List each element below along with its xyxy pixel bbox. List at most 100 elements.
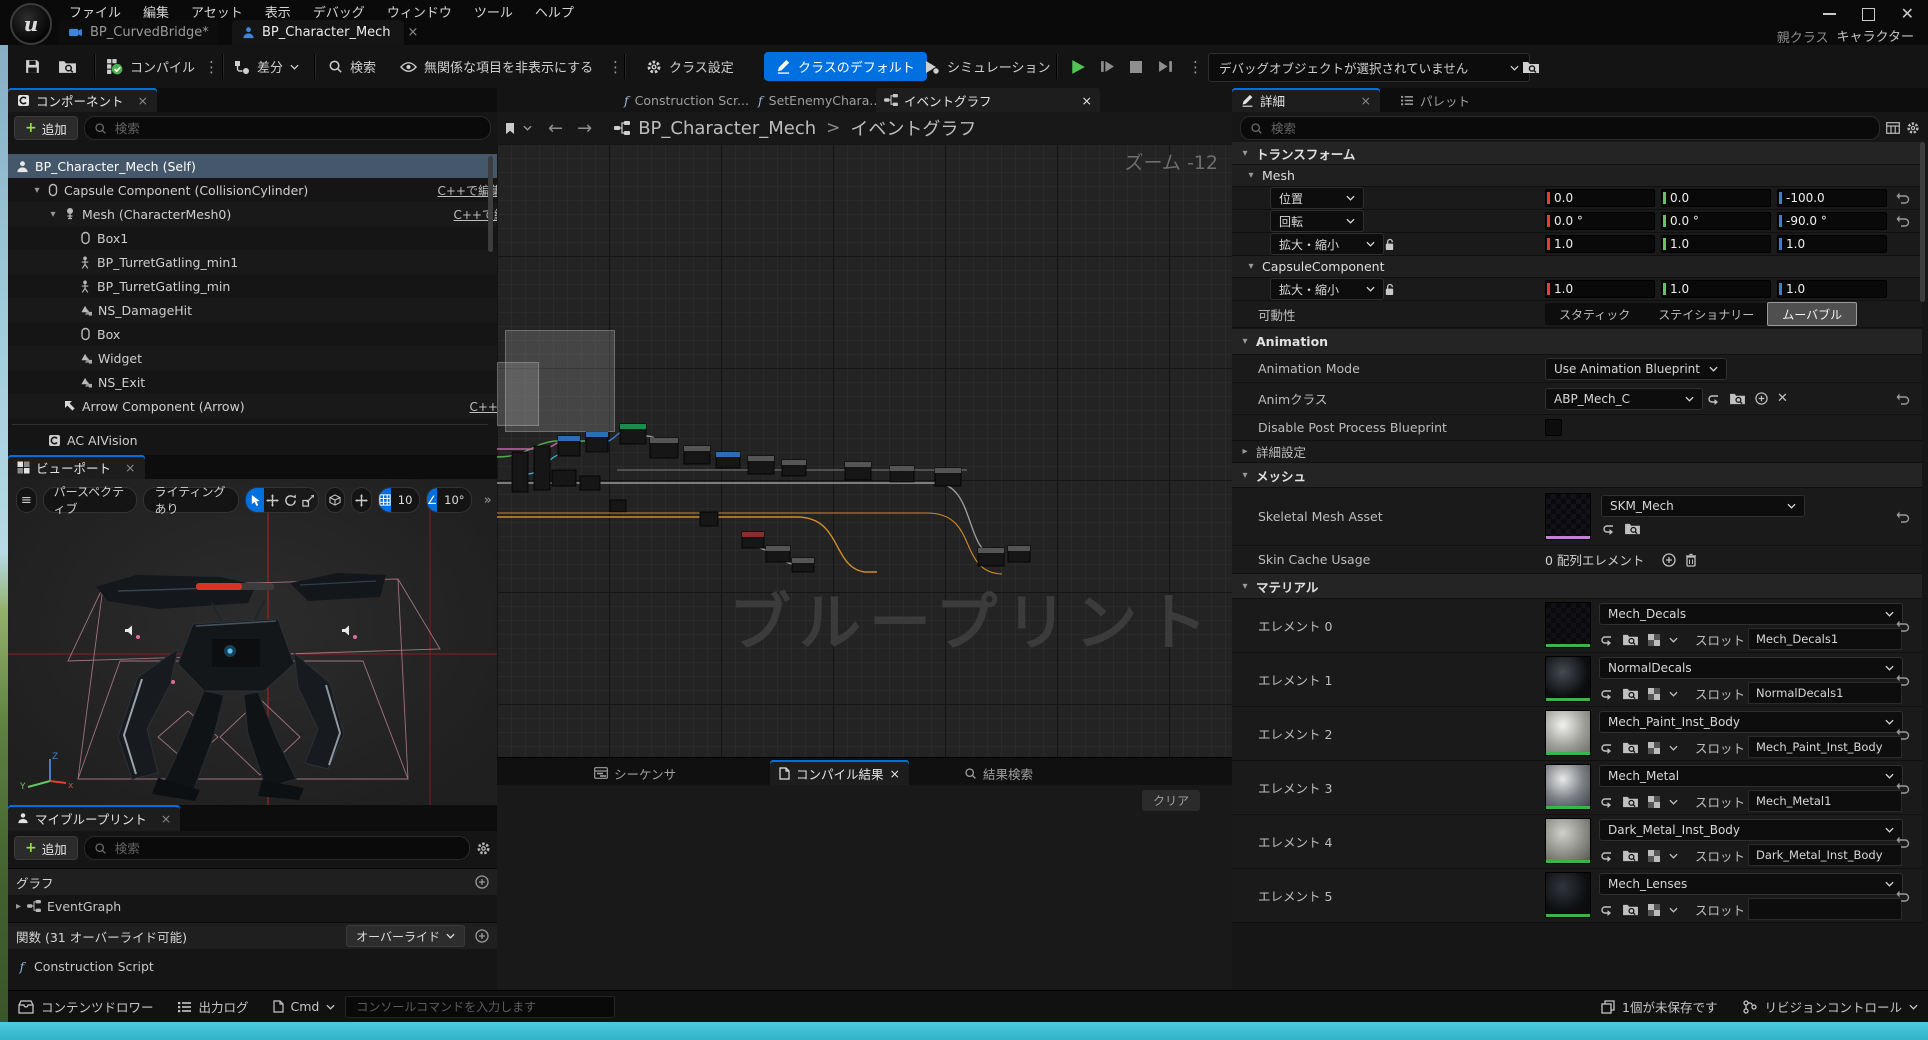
- debug-browse-button[interactable]: [1522, 53, 1540, 80]
- tab-palette[interactable]: パレット: [1392, 88, 1479, 112]
- texture-options-icon[interactable]: [1648, 904, 1660, 916]
- plus-circle-icon[interactable]: [1662, 553, 1676, 567]
- materials-section-header[interactable]: ▾マテリアル: [1232, 574, 1922, 599]
- tab-find-results[interactable]: 結果検索: [955, 760, 1042, 786]
- expand-caret-icon[interactable]: ▾: [48, 209, 58, 220]
- rotation-snap-toggle[interactable]: ∠ 10°: [426, 487, 473, 513]
- tree-row-arrow[interactable]: Arrow Component (Arrow) C++で編集: [8, 394, 544, 418]
- location-y-field[interactable]: 0.0: [1661, 189, 1771, 207]
- chevron-down-icon[interactable]: [1669, 691, 1678, 697]
- unreal-logo-icon[interactable]: u: [10, 3, 52, 45]
- save-button[interactable]: [24, 53, 41, 80]
- add-graph-icon[interactable]: [475, 875, 489, 889]
- material-slot-field[interactable]: NormalDecals1: [1748, 682, 1902, 704]
- play-button[interactable]: [1070, 53, 1086, 80]
- rotation-dropdown[interactable]: 回転: [1270, 210, 1364, 232]
- class-defaults-button[interactable]: クラスのデフォルト: [764, 52, 927, 81]
- material-slot-field[interactable]: Dark_Metal_Inst_Body: [1748, 844, 1902, 866]
- menu-help[interactable]: ヘルプ: [524, 0, 585, 22]
- collapse-caret-icon[interactable]: ▸: [16, 901, 21, 912]
- breadcrumb-root[interactable]: BP_Character_Mech: [638, 118, 816, 139]
- use-selected-icon[interactable]: [1599, 634, 1613, 646]
- transform-section-header[interactable]: ▾トランスフォーム: [1232, 142, 1922, 165]
- tab-my-blueprint[interactable]: マイブループリント×: [8, 805, 180, 831]
- rotate-tool-icon[interactable]: [282, 488, 300, 512]
- material-slot-field[interactable]: [1748, 898, 1902, 920]
- hide-unrelated-options-icon[interactable]: ⋮: [608, 53, 623, 80]
- tree-row-widget[interactable]: Widget: [8, 346, 560, 370]
- advanced-settings-row[interactable]: ▸ 詳細設定: [1232, 441, 1922, 463]
- browse-icon[interactable]: [1622, 687, 1639, 700]
- capsule-scale-x-field[interactable]: 1.0: [1545, 280, 1655, 298]
- output-log-button[interactable]: 出力ログ: [178, 997, 249, 1016]
- close-icon[interactable]: ✕: [1901, 6, 1914, 22]
- material-asset-dropdown[interactable]: Mech_Paint_Inst_Body: [1599, 711, 1903, 733]
- world-space-icon[interactable]: [325, 487, 346, 513]
- frame-skip-button[interactable]: [1100, 53, 1115, 80]
- event-graph-canvas[interactable]: ズーム -12 ブループリント: [497, 144, 1232, 757]
- tree-row-self[interactable]: BP_Character_Mech (Self): [8, 154, 505, 178]
- content-drawer-button[interactable]: コンテンツドロワー: [18, 997, 154, 1016]
- material-slot-field[interactable]: Mech_Metal1: [1748, 790, 1902, 812]
- myblueprint-search[interactable]: [84, 836, 470, 860]
- tree-row-box[interactable]: Box: [8, 322, 560, 346]
- tab-details[interactable]: 詳細×: [1232, 88, 1380, 112]
- find-button[interactable]: 検索: [328, 53, 376, 80]
- texture-options-icon[interactable]: [1648, 634, 1660, 646]
- nav-forward-icon[interactable]: →: [577, 118, 592, 139]
- debug-object-dropdown[interactable]: デバッグオブジェクトが選択されていません: [1208, 53, 1530, 82]
- compile-options-icon[interactable]: ⋮: [204, 53, 219, 80]
- chevron-down-icon[interactable]: [1669, 907, 1678, 913]
- mesh-section-header[interactable]: ▾メッシュ: [1232, 463, 1922, 488]
- chevron-down-icon[interactable]: [1669, 799, 1678, 805]
- use-selected-icon[interactable]: [1706, 393, 1720, 405]
- material-asset-dropdown[interactable]: Mech_Decals: [1599, 603, 1903, 625]
- chevron-down-icon[interactable]: [1669, 853, 1678, 859]
- tab-eventgraph[interactable]: イベントグラフ ×: [876, 88, 1100, 112]
- use-selected-icon[interactable]: [1599, 796, 1613, 808]
- tree-row-damagehit[interactable]: NS_DamageHit: [8, 298, 560, 322]
- chevron-down-icon[interactable]: [1669, 637, 1678, 643]
- reset-icon[interactable]: [1896, 511, 1910, 523]
- capsule-subsection-header[interactable]: ▾CapsuleComponent: [1232, 256, 1922, 278]
- scale-dropdown[interactable]: 拡大・縮小: [1270, 233, 1384, 255]
- texture-options-icon[interactable]: [1648, 742, 1660, 754]
- nav-back-icon[interactable]: ←: [548, 118, 563, 139]
- tree-row-capsule[interactable]: ▾ Capsule Component (CollisionCylinder) …: [8, 178, 512, 202]
- location-z-field[interactable]: -100.0: [1777, 189, 1887, 207]
- browse-icon[interactable]: [1729, 392, 1746, 405]
- scale-y-field[interactable]: 1.0: [1661, 235, 1771, 253]
- tab-close-icon[interactable]: ×: [161, 811, 171, 826]
- display-mode-icon[interactable]: [1886, 122, 1900, 134]
- components-search[interactable]: [84, 116, 491, 140]
- reset-icon[interactable]: [1896, 192, 1910, 204]
- material-slot-field[interactable]: Mech_Decals1: [1748, 628, 1902, 650]
- material-asset-dropdown[interactable]: Mech_Metal: [1599, 765, 1903, 787]
- skeletal-mesh-dropdown[interactable]: SKM_Mech: [1601, 495, 1805, 517]
- use-selected-icon[interactable]: [1601, 523, 1615, 535]
- construction-script-row[interactable]: f Construction Script: [8, 954, 497, 978]
- menu-asset[interactable]: アセット: [180, 0, 254, 22]
- tree-row-aivision[interactable]: AC AIVision: [8, 428, 528, 452]
- use-selected-icon[interactable]: [1599, 688, 1613, 700]
- use-selected-icon[interactable]: [1599, 904, 1613, 916]
- expand-caret-icon[interactable]: ▾: [32, 185, 42, 196]
- menu-tools[interactable]: ツール: [463, 0, 524, 22]
- clear-icon[interactable]: ✕: [1777, 391, 1788, 406]
- settings-gear-icon[interactable]: [1906, 121, 1920, 135]
- reset-icon[interactable]: [1896, 728, 1910, 740]
- texture-options-icon[interactable]: [1648, 688, 1660, 700]
- reset-icon[interactable]: [1896, 620, 1910, 632]
- details-search-input[interactable]: [1269, 120, 1870, 137]
- stop-button[interactable]: [1130, 53, 1142, 80]
- clear-button[interactable]: クリア: [1142, 790, 1200, 811]
- menu-edit[interactable]: 編集: [132, 0, 180, 22]
- grid-snap-toggle[interactable]: 10: [378, 487, 420, 513]
- material-thumbnail[interactable]: [1545, 818, 1591, 864]
- cmd-dropdown[interactable]: Cmd: [273, 999, 336, 1014]
- revision-control-button[interactable]: リビジョンコントロール: [1743, 997, 1918, 1016]
- browse-icon[interactable]: [1622, 795, 1639, 808]
- scale-x-field[interactable]: 1.0: [1545, 235, 1655, 253]
- console-command-input[interactable]: [354, 999, 606, 1015]
- reset-icon[interactable]: [1896, 836, 1910, 848]
